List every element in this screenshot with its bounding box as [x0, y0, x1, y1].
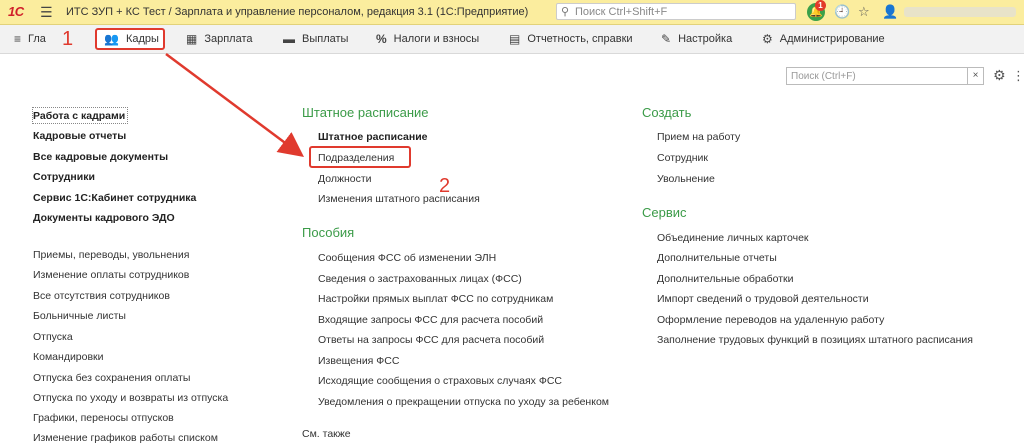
- annotation-arrow: [165, 52, 305, 157]
